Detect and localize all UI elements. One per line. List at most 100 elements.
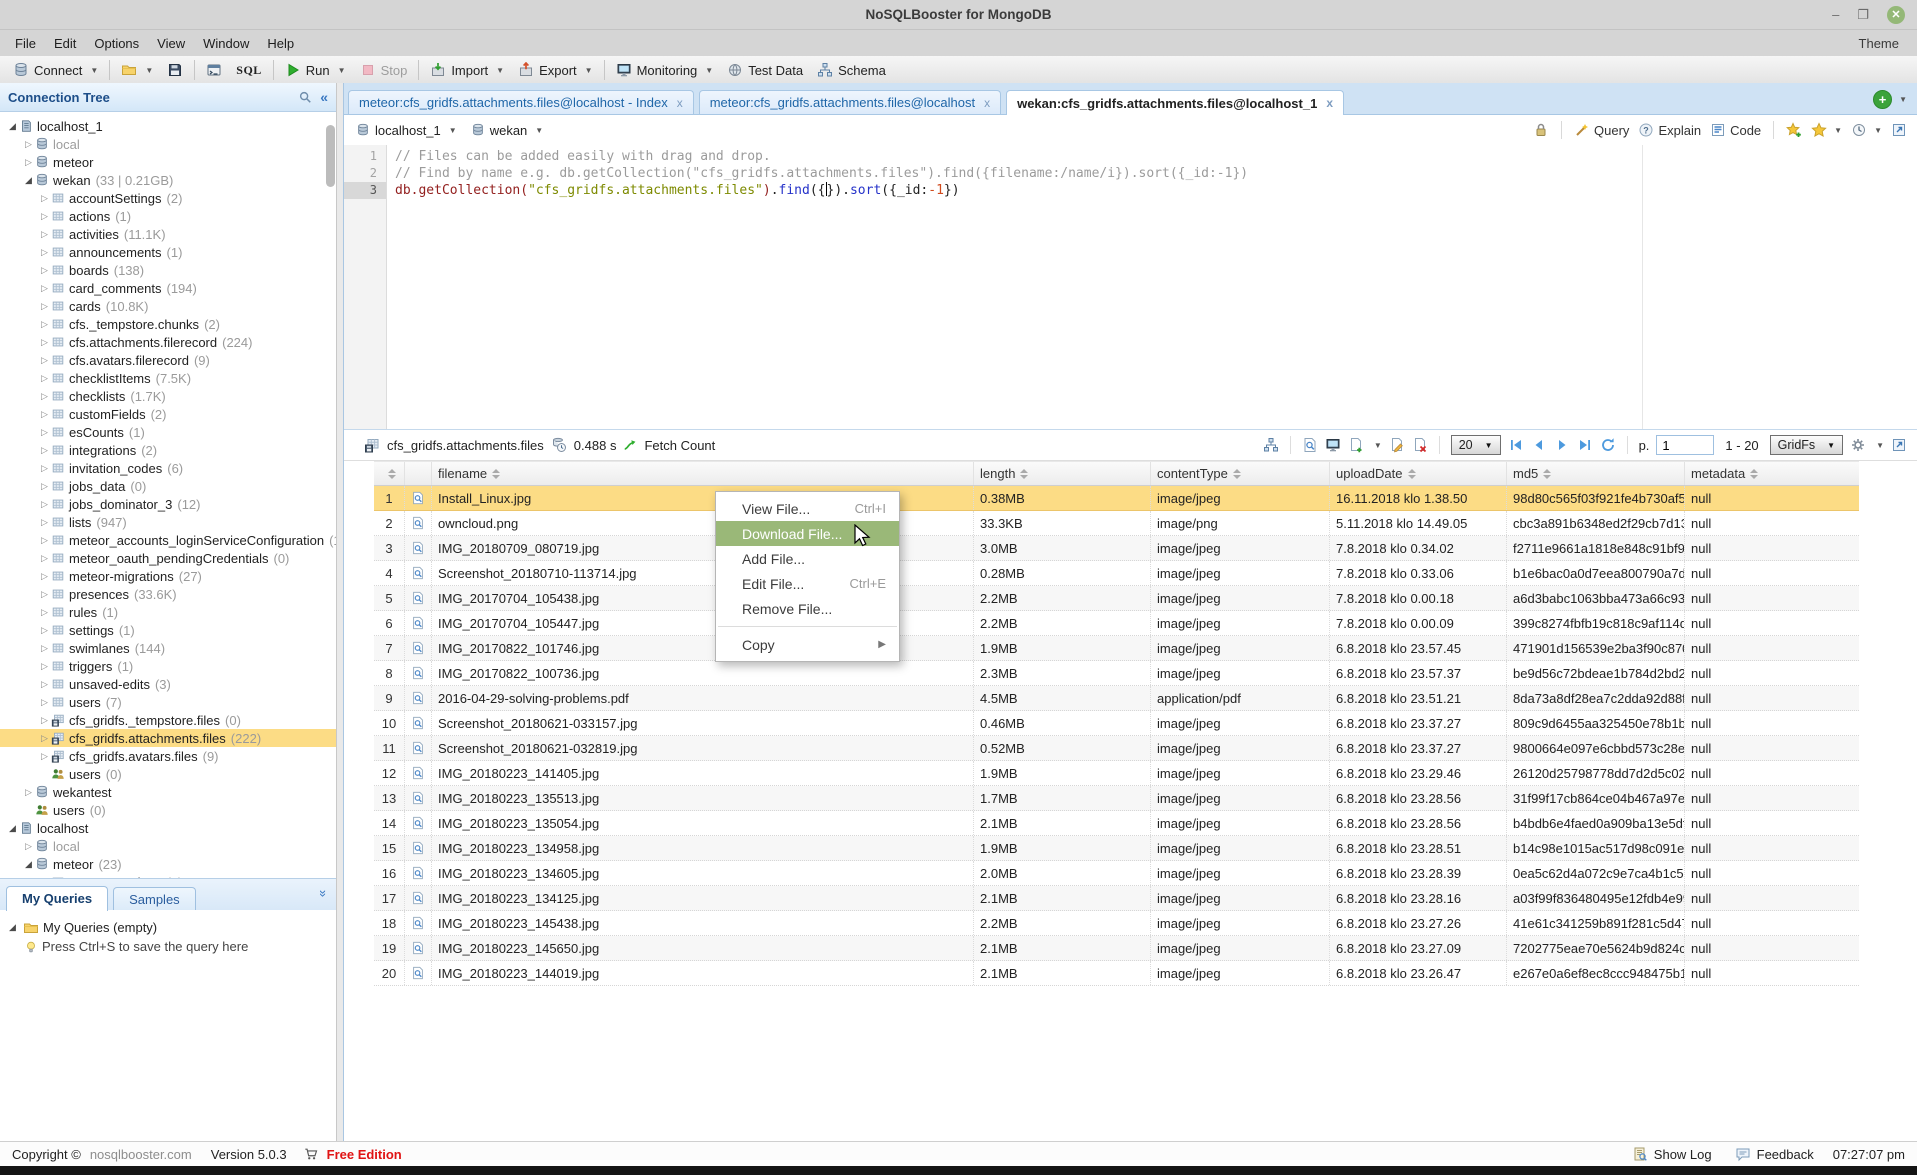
tree-item-jobs-data[interactable]: ▷jobs_data(0) (0, 477, 336, 495)
table-row[interactable]: 2owncloud.png33.3KBimage/png5.11.2018 kl… (374, 511, 1859, 536)
chevron-more-icon[interactable]: » (316, 890, 331, 897)
expander-icon[interactable]: ▷ (38, 751, 51, 762)
first-page-button[interactable] (1508, 437, 1524, 453)
tree-item-activities[interactable]: ▷activities(11.1K) (0, 225, 336, 243)
tab-close-icon[interactable]: x (1326, 96, 1333, 110)
menu-options[interactable]: Options (85, 36, 148, 51)
expander-icon[interactable]: ◢ (6, 922, 19, 933)
table-row[interactable]: 14IMG_20180223_135054.jpg2.1MBimage/jpeg… (374, 811, 1859, 836)
tree-item-cards[interactable]: ▷cards(10.8K) (0, 297, 336, 315)
tree-item-announcements[interactable]: ▷announcements(1) (0, 243, 336, 261)
maximize-editor-button[interactable] (1891, 122, 1907, 138)
expander-icon[interactable]: ▷ (38, 445, 51, 456)
tree-item-local[interactable]: ▷local (0, 837, 336, 855)
collapse-sidebar-button[interactable]: « (320, 89, 328, 105)
context-menu-item-view-file-[interactable]: View File...Ctrl+I (716, 496, 899, 521)
expander-icon[interactable]: ▷ (38, 319, 51, 330)
expander-icon[interactable]: ▷ (38, 661, 51, 672)
expander-icon[interactable]: ▷ (38, 211, 51, 222)
column-header-filename[interactable]: filename (432, 462, 974, 485)
tree-item-swimlanes[interactable]: ▷swimlanes(144) (0, 639, 336, 657)
cell-preview[interactable] (405, 586, 432, 610)
test-data-button[interactable]: Test Data (720, 58, 810, 82)
tree-item-cfs-avatars-filerecord[interactable]: ▷cfs.avatars.filerecord(9) (0, 351, 336, 369)
breadcrumb-database[interactable]: wekan ▼ (471, 123, 544, 138)
favorites-button[interactable]: ▼ (1811, 122, 1842, 138)
document-tab-3[interactable]: wekan:cfs_gridfs.attachments.files@local… (1006, 90, 1344, 115)
expander-icon[interactable]: ◢ (6, 121, 19, 132)
maximize-results-button[interactable] (1891, 437, 1907, 453)
add-document-icon[interactable] (1348, 437, 1364, 453)
tab-close-icon[interactable]: x (677, 96, 683, 110)
console-view-icon[interactable] (1325, 437, 1341, 453)
tree-item-localhost[interactable]: ◢localhost (0, 819, 336, 837)
column-header-length[interactable]: length (974, 462, 1151, 485)
expander-icon[interactable]: ▷ (38, 679, 51, 690)
fetch-count-link[interactable]: Fetch Count (644, 438, 715, 453)
tree-item-checklistitems[interactable]: ▷checklistItems(7.5K) (0, 369, 336, 387)
cell-preview[interactable] (405, 886, 432, 910)
expander-icon[interactable]: ▷ (38, 301, 51, 312)
stop-button[interactable]: Stop (353, 58, 415, 82)
expander-icon[interactable]: ▷ (38, 193, 51, 204)
tab-my-queries[interactable]: My Queries (6, 886, 108, 911)
cell-preview[interactable] (405, 811, 432, 835)
column-header-contenttype[interactable]: contentType (1151, 462, 1330, 485)
tree-item-accountsettings[interactable]: ▷accountSettings(2) (0, 189, 336, 207)
expander-icon[interactable]: ▷ (22, 841, 35, 852)
menu-edit[interactable]: Edit (45, 36, 85, 51)
search-icon[interactable] (298, 90, 312, 104)
cell-preview[interactable] (405, 661, 432, 685)
cell-preview[interactable] (405, 511, 432, 535)
tree-item-cfs-tempstore-chunks[interactable]: ▷cfs._tempstore.chunks(2) (0, 315, 336, 333)
cell-preview[interactable] (405, 711, 432, 735)
tree-item-unsaved-edits[interactable]: ▷unsaved-edits(3) (0, 675, 336, 693)
table-row[interactable]: 4Screenshot_20180710-113714.jpg0.28MBima… (374, 561, 1859, 586)
expander-icon[interactable]: ◢ (22, 859, 35, 870)
show-log-button[interactable]: Show Log (1632, 1146, 1712, 1162)
table-row[interactable]: 12IMG_20180223_141405.jpg1.9MBimage/jpeg… (374, 761, 1859, 786)
history-button[interactable]: ▼ (1851, 122, 1882, 138)
query-builder-button[interactable]: Query (1574, 122, 1629, 138)
cell-preview[interactable] (405, 686, 432, 710)
tree-item-cfs-gridfs-attachments-files[interactable]: ▷cfs_gridfs.attachments.files(222) (0, 729, 336, 747)
inspect-document-icon[interactable] (1302, 437, 1318, 453)
table-row[interactable]: 16IMG_20180223_134605.jpg2.0MBimage/jpeg… (374, 861, 1859, 886)
tab-close-icon[interactable]: x (984, 96, 990, 110)
view-mode-select[interactable]: GridFs ▼ (1770, 435, 1843, 455)
expander-icon[interactable]: ▷ (38, 715, 51, 726)
cell-preview[interactable] (405, 636, 432, 660)
expander-icon[interactable]: ▷ (22, 139, 35, 150)
feedback-button[interactable]: Feedback (1735, 1146, 1814, 1162)
expander-icon[interactable]: ▷ (38, 625, 51, 636)
monitoring-button[interactable]: Monitoring ▼ (609, 58, 721, 82)
close-button[interactable]: ✕ (1887, 6, 1905, 24)
tree-item-meteor[interactable]: ▷meteor (0, 153, 336, 171)
expander-icon[interactable]: ▷ (38, 733, 51, 744)
cell-preview[interactable] (405, 761, 432, 785)
expander-icon[interactable]: ▷ (38, 337, 51, 348)
restore-button[interactable]: ❐ (1857, 8, 1869, 21)
expander-icon[interactable]: ▷ (22, 787, 35, 798)
column-header-rownum[interactable] (374, 462, 405, 485)
tree-item-wekantest[interactable]: ▷wekantest (0, 783, 336, 801)
table-row[interactable]: 5IMG_20170704_105438.jpg2.2MBimage/jpeg7… (374, 586, 1859, 611)
tree-item-actions[interactable]: ▷actions(1) (0, 207, 336, 225)
tab-samples[interactable]: Samples (113, 887, 196, 910)
menu-file[interactable]: File (6, 36, 45, 51)
edition-label[interactable]: Free Edition (327, 1147, 402, 1162)
tree-item-meteor-oauth-pendingcredentials[interactable]: ▷meteor_oauth_pendingCredentials(0) (0, 549, 336, 567)
tree-item-presences[interactable]: ▷presences(33.6K) (0, 585, 336, 603)
expander-icon[interactable]: ▷ (38, 427, 51, 438)
table-row[interactable]: 7IMG_20170822_101746.jpg1.9MBimage/jpeg6… (374, 636, 1859, 661)
tree-item-checklists[interactable]: ▷checklists(1.7K) (0, 387, 336, 405)
tree-item-meteor-accounts-loginserviceconfiguration[interactable]: ▷meteor_accounts_loginServiceConfigurati… (0, 531, 336, 549)
document-tab-1[interactable]: meteor:cfs_gridfs.attachments.files@loca… (348, 90, 694, 114)
cell-preview[interactable] (405, 611, 432, 635)
table-row[interactable]: 19IMG_20180223_145650.jpg2.1MBimage/jpeg… (374, 936, 1859, 961)
tree-item-settings[interactable]: ▷settings(1) (0, 621, 336, 639)
tree-item-invitation-codes[interactable]: ▷invitation_codes(6) (0, 459, 336, 477)
breadcrumb-connection[interactable]: localhost_1 ▼ (356, 123, 457, 138)
expander-icon[interactable]: ▷ (22, 157, 35, 168)
tree-item-users[interactable]: users(0) (0, 765, 336, 783)
